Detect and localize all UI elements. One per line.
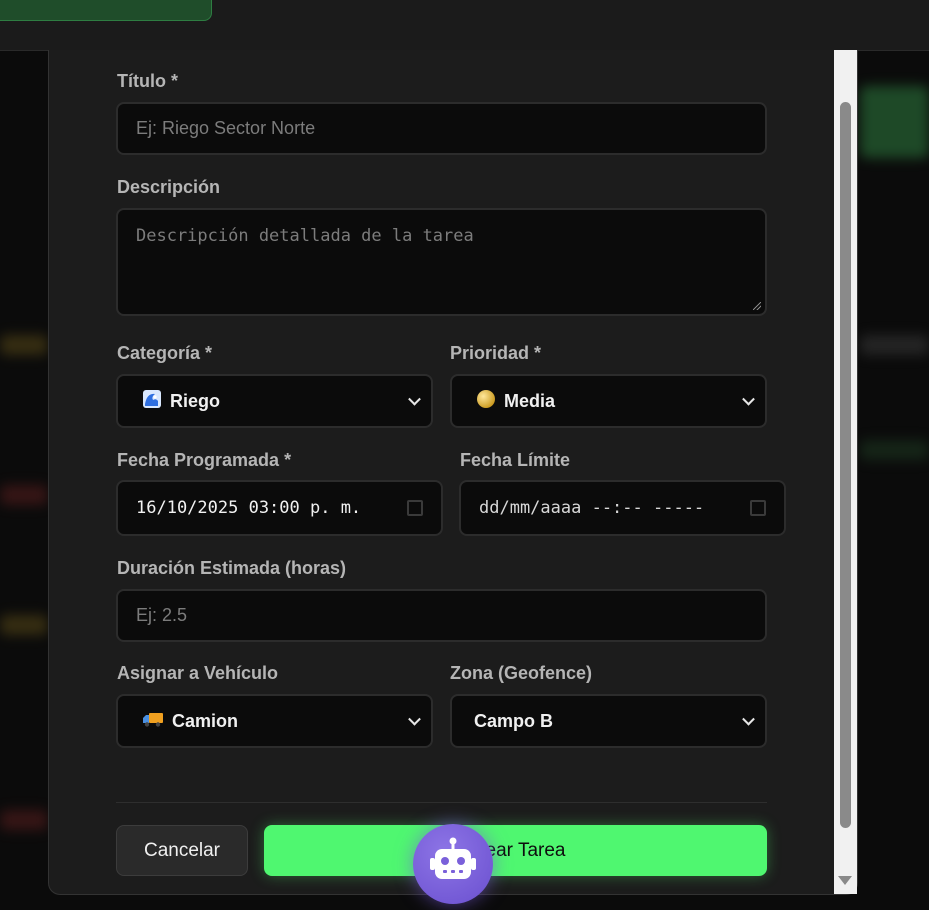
priority-select[interactable]: Media <box>450 374 767 428</box>
vehicle-label: Asignar a Vehículo <box>117 663 279 683</box>
assistant-robot-button[interactable] <box>413 824 493 904</box>
chevron-down-icon <box>408 712 421 726</box>
description-placeholder: Descripción detallada de la tarea <box>136 226 474 246</box>
background-button <box>860 86 929 158</box>
vehicle-value: Camion <box>172 710 239 731</box>
scheduled-date-value: 16/10/2025 03:00 p. m. <box>136 498 362 518</box>
background-row <box>860 440 929 460</box>
priority-value: Media <box>504 390 556 411</box>
chevron-down-icon <box>742 392 755 406</box>
calendar-icon[interactable] <box>407 500 423 516</box>
robot-icon <box>413 837 493 908</box>
category-label: Categoría * <box>117 343 213 363</box>
chevron-down-icon <box>408 392 421 406</box>
category-select[interactable]: Riego <box>116 374 433 428</box>
chevron-down-icon <box>742 712 755 726</box>
title-placeholder: Ej: Riego Sector Norte <box>136 118 316 138</box>
scheduled-date-label: Fecha Programada * <box>117 450 292 470</box>
deadline-placeholder: dd/mm/aaaa --:-- ----- <box>479 498 705 518</box>
scheduled-date-input[interactable]: 16/10/2025 03:00 p. m. <box>116 480 443 536</box>
truck-icon <box>142 710 164 733</box>
title-label: Título * <box>117 71 178 91</box>
background-row <box>0 615 48 635</box>
background-active-tab <box>0 0 212 21</box>
background-row <box>0 485 48 505</box>
wave-icon <box>142 389 162 414</box>
resize-handle-icon[interactable] <box>753 302 761 310</box>
cancel-button[interactable]: Cancelar <box>116 825 248 876</box>
yellow-circle-icon <box>476 389 496 414</box>
duration-input[interactable]: Ej: 2.5 <box>116 589 767 642</box>
calendar-icon[interactable] <box>750 500 766 516</box>
background-topbar <box>0 0 929 51</box>
duration-label: Duración Estimada (horas) <box>117 558 347 578</box>
zone-label: Zona (Geofence) <box>450 663 593 683</box>
vehicle-select[interactable]: Camion <box>116 694 433 748</box>
background-row <box>860 335 929 355</box>
background-row <box>0 335 48 355</box>
description-label: Descripción <box>117 177 221 197</box>
priority-label: Prioridad * <box>450 343 542 363</box>
description-textarea[interactable]: Descripción detallada de la tarea <box>116 208 767 316</box>
background-row <box>0 810 48 830</box>
deadline-label: Fecha Límite <box>460 450 571 470</box>
deadline-input[interactable]: dd/mm/aaaa --:-- ----- <box>459 480 786 536</box>
zone-value: Campo B <box>474 710 554 731</box>
scroll-down-arrow-icon[interactable] <box>838 876 852 885</box>
title-input[interactable]: Ej: Riego Sector Norte <box>116 102 767 155</box>
footer-divider <box>116 802 767 803</box>
category-value: Riego <box>170 390 221 411</box>
duration-placeholder: Ej: 2.5 <box>136 605 188 625</box>
zone-select[interactable]: Campo B <box>450 694 767 748</box>
scrollbar-thumb[interactable] <box>840 102 851 828</box>
create-task-button[interactable]: Crear Tarea <box>264 825 767 876</box>
